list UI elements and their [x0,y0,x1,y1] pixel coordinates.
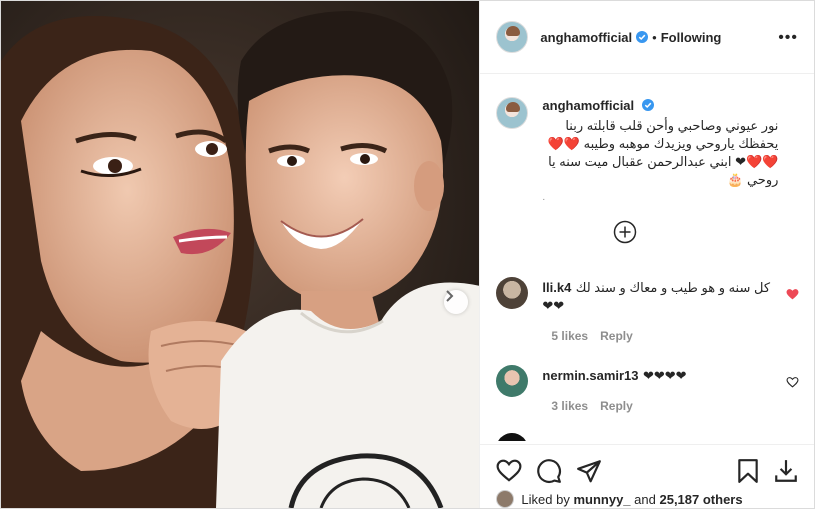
commenter-avatar[interactable] [496,277,529,309]
download-icon[interactable] [773,458,799,484]
more-options-icon[interactable]: ••• [778,29,798,47]
heart-outline-icon[interactable] [786,376,799,389]
instagram-post: anghamofficial • Following ••• anghamoff… [0,0,815,509]
comment-icon[interactable] [536,458,562,484]
comment-meta: 3 likes Reply [551,399,644,413]
post-header: anghamofficial • Following ••• [480,1,814,74]
caption-dot: . [542,192,546,203]
caption-text: نور عيوني وصاحبي وأحن قلب قابلته ربنا يح… [547,118,779,187]
load-more-comments-icon[interactable] [613,220,637,244]
liked-heart-icon[interactable] [786,288,799,301]
comment-username[interactable]: nermin.samir13 [542,368,638,383]
liked-by-user[interactable]: munnyy_ [573,492,630,507]
caption-avatar[interactable] [496,97,529,129]
bookmark-icon[interactable] [735,458,761,484]
comment-likes[interactable]: 5 likes [551,329,588,343]
comments-scroll-area[interactable]: anghamofficial نور عيوني وصاحبي وأحن قلب… [480,75,814,441]
comment-meta: 5 likes Reply [551,329,644,343]
caption-username[interactable]: anghamofficial [542,98,634,113]
comment-likes[interactable]: 3 likes [551,399,588,413]
separator-dot: • [652,29,657,45]
like-heart-icon[interactable] [496,458,522,484]
commenter-avatar[interactable] [496,365,529,397]
post-photo[interactable] [1,1,480,508]
photo-illustration [1,1,480,508]
post-caption: anghamofficial نور عيوني وصاحبي وأحن قلب… [480,75,814,207]
reply-button[interactable]: Reply [600,399,633,413]
chevron-right-icon [446,290,454,302]
comment-item: lli.k4 كل سنه و هو طيب و معاك و سند لك ❤… [496,277,799,347]
post-side-panel: anghamofficial • Following ••• anghamoff… [479,1,814,508]
comment-item: nermin.samir13 ❤❤❤❤ 3 likes Reply [496,365,799,425]
comment-text: كل سنه و هو طيب و معاك و سند لك ❤❤ [542,280,771,313]
comment-text: ❤❤❤❤ [642,368,687,383]
liked-by-others[interactable]: 25,187 others [659,492,742,507]
post-actions-bar [480,444,814,484]
next-image-button[interactable] [444,290,468,314]
likes-summary: Liked by munnyy_ and 25,187 others [496,490,743,508]
profile-avatar[interactable] [496,21,529,53]
commenter-avatar[interactable] [496,433,529,441]
header-username[interactable]: anghamofficial [540,30,632,45]
verified-badge-icon [641,99,654,111]
comment-username[interactable]: lli.k4 [542,280,571,295]
reply-button[interactable]: Reply [600,329,633,343]
liker-avatar[interactable] [496,490,515,508]
following-button[interactable]: Following [661,30,722,45]
liked-by-and: and [634,491,656,507]
share-icon[interactable] [576,458,602,484]
verified-badge-icon [636,31,649,43]
liked-by-prefix: Liked by [521,491,570,507]
